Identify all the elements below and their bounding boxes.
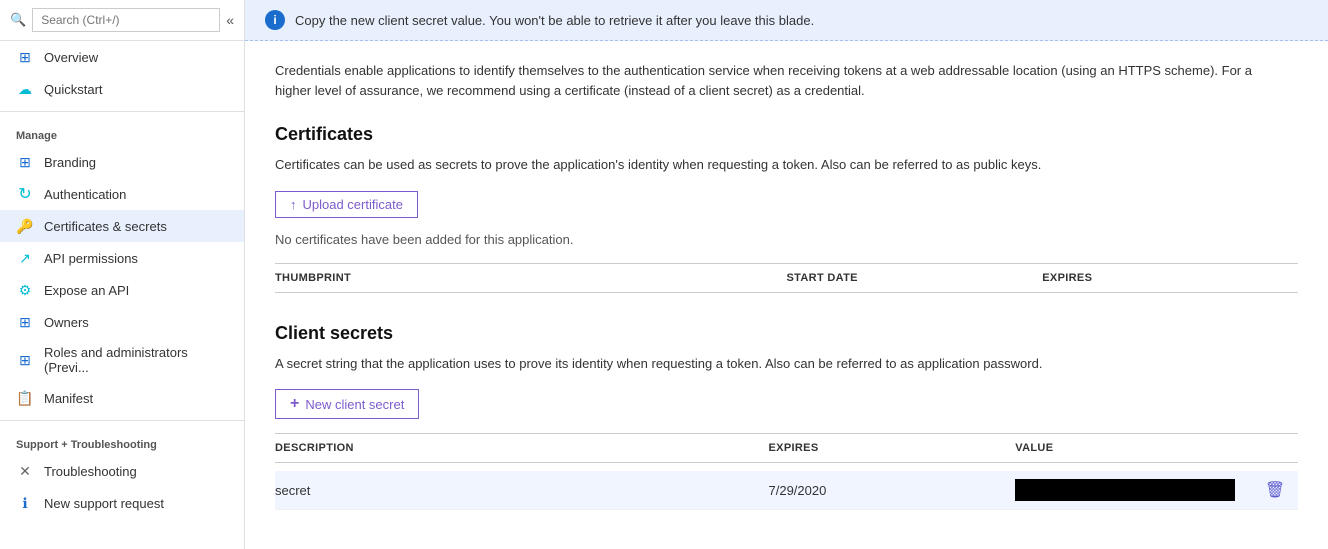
sidebar-item-label: API permissions (44, 251, 138, 266)
secrets-table: DESCRIPTION EXPIRES VALUE secret 7/29/20… (275, 433, 1298, 510)
nav-section-main: ⊞ Overview ☁ Quickstart (0, 41, 244, 105)
api-permissions-icon: ↗ (16, 249, 34, 267)
search-icon: 🔍 (10, 12, 26, 28)
overview-icon: ⊞ (16, 48, 34, 66)
new-client-secret-button[interactable]: + New client secret (275, 389, 419, 419)
manifest-icon: 📋 (16, 389, 34, 407)
secret-expires: 7/29/2020 (769, 483, 1016, 498)
certificates-title: Certificates (275, 124, 1298, 145)
collapse-button[interactable]: « (226, 12, 234, 28)
sidebar-item-certificates[interactable]: 🔑 Certificates & secrets (0, 210, 244, 242)
sidebar-item-expose-api[interactable]: ⚙ Expose an API (0, 274, 244, 306)
secret-value (1015, 479, 1262, 501)
certificates-table: THUMBPRINT START DATE EXPIRES (275, 263, 1298, 293)
secret-description: secret (275, 483, 769, 498)
table-row: secret 7/29/2020 🗑 (275, 471, 1298, 510)
upload-certificate-button[interactable]: ↑ Upload certificate (275, 191, 418, 218)
certs-table-header: THUMBPRINT START DATE EXPIRES (275, 263, 1298, 293)
col-expires: EXPIRES (1042, 272, 1298, 284)
client-secrets-section: Client secrets A secret string that the … (275, 323, 1298, 511)
col-start-date: START DATE (787, 272, 1043, 284)
content-body: Credentials enable applications to ident… (245, 41, 1328, 530)
col-expires: EXPIRES (769, 442, 1016, 454)
col-description: DESCRIPTION (275, 442, 769, 454)
client-secrets-description: A secret string that the application use… (275, 354, 1298, 374)
sidebar-item-label: Branding (44, 155, 96, 170)
sidebar-item-label: Expose an API (44, 283, 129, 298)
roles-icon: ⊞ (16, 351, 34, 369)
secrets-table-header: DESCRIPTION EXPIRES VALUE (275, 433, 1298, 463)
sidebar-item-roles[interactable]: ⊞ Roles and administrators (Previ... (0, 338, 244, 382)
col-actions (1262, 442, 1298, 454)
search-box: 🔍 « (0, 0, 244, 41)
sidebar-item-manifest[interactable]: 📋 Manifest (0, 382, 244, 414)
delete-secret-button[interactable]: 🗑 (1262, 480, 1298, 500)
info-icon: i (265, 10, 285, 30)
manage-section-label: Manage (0, 118, 244, 146)
sidebar-item-label: Troubleshooting (44, 464, 137, 479)
sidebar-item-label: Authentication (44, 187, 126, 202)
sidebar-item-overview[interactable]: ⊞ Overview (0, 41, 244, 73)
certificates-description: Certificates can be used as secrets to p… (275, 155, 1298, 175)
upload-icon: ↑ (290, 197, 297, 212)
nav-section-manage: Manage ⊞ Branding ↻ Authentication 🔑 Cer… (0, 118, 244, 414)
sidebar-item-label: Overview (44, 50, 98, 65)
certificates-section: Certificates Certificates can be used as… (275, 124, 1298, 293)
secret-value-box (1015, 479, 1235, 501)
col-thumbprint: THUMBPRINT (275, 272, 787, 284)
sidebar-item-label: Certificates & secrets (44, 219, 167, 234)
troubleshooting-icon: ✕ (16, 462, 34, 480)
info-banner-message: Copy the new client secret value. You wo… (295, 13, 814, 28)
certificates-icon: 🔑 (16, 217, 34, 235)
branding-icon: ⊞ (16, 153, 34, 171)
sidebar: 🔍 « ⊞ Overview ☁ Quickstart Manage ⊞ Bra… (0, 0, 245, 549)
sidebar-item-troubleshooting[interactable]: ✕ Troubleshooting (0, 455, 244, 487)
no-certs-text: No certificates have been added for this… (275, 232, 1298, 247)
sidebar-item-label: Owners (44, 315, 89, 330)
quickstart-icon: ☁ (16, 80, 34, 98)
nav-section-support: Support + Troubleshooting ✕ Troubleshoot… (0, 427, 244, 519)
sidebar-item-label: Manifest (44, 391, 93, 406)
sidebar-item-new-support[interactable]: ℹ New support request (0, 487, 244, 519)
col-value: VALUE (1015, 442, 1262, 454)
info-banner: i Copy the new client secret value. You … (245, 0, 1328, 41)
authentication-icon: ↻ (16, 185, 34, 203)
sidebar-item-owners[interactable]: ⊞ Owners (0, 306, 244, 338)
plus-icon: + (290, 395, 299, 413)
sidebar-item-label: New support request (44, 496, 164, 511)
sidebar-item-api-permissions[interactable]: ↗ API permissions (0, 242, 244, 274)
owners-icon: ⊞ (16, 313, 34, 331)
support-section-label: Support + Troubleshooting (0, 427, 244, 455)
main-content: i Copy the new client secret value. You … (245, 0, 1328, 549)
page-description: Credentials enable applications to ident… (275, 61, 1255, 100)
sidebar-item-branding[interactable]: ⊞ Branding (0, 146, 244, 178)
new-support-icon: ℹ (16, 494, 34, 512)
upload-btn-label: Upload certificate (303, 197, 403, 212)
sidebar-item-label: Roles and administrators (Previ... (44, 345, 228, 375)
expose-api-icon: ⚙ (16, 281, 34, 299)
sidebar-item-quickstart[interactable]: ☁ Quickstart (0, 73, 244, 105)
sidebar-item-label: Quickstart (44, 82, 103, 97)
client-secrets-title: Client secrets (275, 323, 1298, 344)
new-secret-btn-label: New client secret (305, 397, 404, 412)
search-input[interactable] (32, 8, 220, 32)
sidebar-item-authentication[interactable]: ↻ Authentication (0, 178, 244, 210)
